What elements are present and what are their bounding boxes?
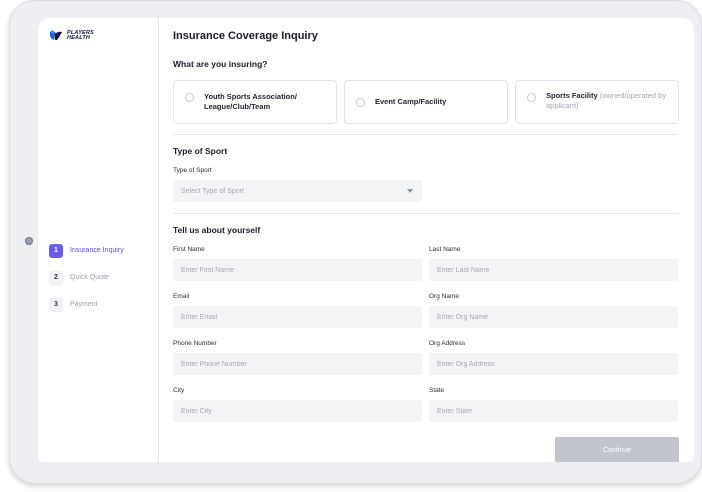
brand-wordmark: PLAYERS HEALTH (67, 30, 99, 42)
last-name-input[interactable] (429, 259, 678, 281)
state-label: State (429, 387, 445, 394)
progress-steps: 1 Insurance Inquiry 2 Quick Quote 3 Paym… (49, 237, 124, 318)
sport-heading: Type of Sport (173, 146, 228, 156)
main-form: Insurance Coverage Inquiry What are you … (173, 18, 679, 462)
option-label: Event Camp/Facility (375, 97, 447, 106)
phone-input[interactable] (173, 353, 422, 375)
step-insurance-inquiry[interactable]: 1 Insurance Inquiry (49, 237, 124, 264)
step-label: Payment (70, 301, 98, 308)
option-label: Sports Facility (546, 91, 598, 100)
first-name-input[interactable] (173, 259, 422, 281)
step-quick-quote[interactable]: 2 Quick Quote (49, 264, 124, 291)
sidebar: PLAYERS HEALTH 1 Insurance Inquiry 2 Qui… (38, 18, 159, 462)
option-text: Sports Facility (owned/operated by appli… (546, 91, 671, 111)
org-name-input[interactable] (429, 306, 678, 328)
org-address-input[interactable] (429, 353, 678, 375)
app-screen: PLAYERS HEALTH 1 Insurance Inquiry 2 Qui… (38, 18, 694, 462)
phone-label: Phone Number (173, 340, 217, 347)
sport-label: Type of Sport (173, 167, 212, 174)
players-health-logo-icon (50, 30, 62, 40)
about-heading: Tell us about yourself (173, 225, 261, 235)
option-sports-facility[interactable]: Sports Facility (owned/operated by appli… (515, 80, 679, 124)
first-name-label: First Name (173, 246, 205, 253)
tablet-frame: PLAYERS HEALTH 1 Insurance Inquiry 2 Qui… (9, 0, 702, 484)
brand-line-2: HEALTH (67, 35, 91, 41)
radio-button[interactable] (527, 93, 536, 102)
divider (173, 134, 678, 135)
step-payment[interactable]: 3 Payment (49, 291, 124, 318)
org-name-label: Org Name (429, 293, 459, 300)
email-label: Email (173, 293, 190, 300)
divider (173, 213, 678, 214)
sport-select[interactable]: Select Type of Sport (173, 180, 422, 202)
step-number: 2 (49, 270, 63, 285)
state-input[interactable] (429, 400, 678, 422)
camera-dot (25, 237, 33, 245)
option-event-camp[interactable]: Event Camp/Facility (344, 80, 508, 124)
city-input[interactable] (173, 400, 422, 422)
option-youth-sports[interactable]: Youth Sports Association/ League/Club/Te… (173, 80, 337, 124)
chevron-down-icon (407, 189, 413, 193)
org-address-label: Org Address (429, 340, 466, 347)
last-name-label: Last Name (429, 246, 461, 253)
email-input[interactable] (173, 306, 422, 328)
brand-logo[interactable]: PLAYERS HEALTH (49, 30, 99, 42)
step-label: Quick Quote (70, 274, 109, 281)
option-label: Youth Sports Association/ League/Club/Te… (204, 92, 297, 111)
radio-button[interactable] (185, 93, 194, 102)
city-label: City (173, 387, 185, 394)
radio-button[interactable] (356, 97, 365, 107)
insuring-question: What are you insuring? (173, 59, 268, 69)
continue-button[interactable]: Continue (555, 437, 679, 462)
insuring-options: Youth Sports Association/ League/Club/Te… (173, 80, 679, 124)
step-number: 1 (49, 243, 63, 258)
sport-select-value: Select Type of Sport (181, 187, 244, 195)
step-label: Insurance Inquiry (70, 247, 124, 254)
page-title: Insurance Coverage Inquiry (173, 30, 318, 42)
step-number: 3 (49, 297, 63, 312)
